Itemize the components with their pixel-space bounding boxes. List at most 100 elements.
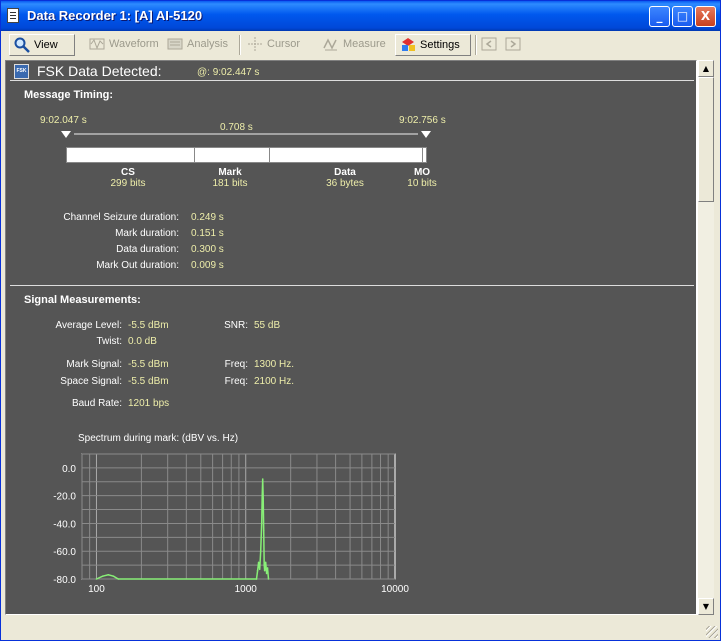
analysis-label: Analysis: [187, 38, 228, 50]
measure-label: Measure: [343, 38, 386, 50]
data-point: [266, 567, 269, 569]
scroll-thumb[interactable]: [698, 77, 714, 202]
space-freq-label: Freq:: [224, 376, 248, 387]
data-point: [261, 478, 264, 480]
step-forward-icon: [505, 37, 521, 51]
data-point: [259, 550, 262, 553]
close-button[interactable]: X: [695, 6, 716, 27]
twist-label: Twist:: [96, 336, 122, 347]
mark-duration-value: 0.151 s: [191, 228, 224, 239]
mark-duration-label: Mark duration:: [115, 228, 179, 239]
data-point: [262, 529, 265, 532]
fsk-icon: FSK: [14, 64, 29, 79]
segment-data-value: 36 bytes: [326, 178, 364, 189]
x-tick-label: 10000: [381, 584, 409, 595]
signal-measurements-heading: Signal Measurements:: [24, 294, 141, 306]
waveform-button[interactable]: Waveform: [85, 34, 161, 56]
status-bar: [1, 622, 720, 640]
average-level-label: Average Level:: [55, 320, 122, 331]
window-title: Data Recorder 1: [A] AI-5120: [27, 8, 203, 23]
data-point: [112, 575, 115, 578]
markout-duration-value: 0.009 s: [191, 260, 224, 271]
cs-duration-label: Channel Seizure duration:: [63, 212, 179, 223]
waveform-icon: [89, 38, 105, 50]
maximize-button[interactable]: □: [672, 6, 693, 27]
data-point: [117, 578, 120, 580]
title-bar[interactable]: Data Recorder 1: [A] AI-5120 _ □ X: [1, 1, 720, 31]
toolbar-separator: [475, 35, 477, 55]
mark-freq-value: 1300 Hz.: [254, 359, 295, 370]
data-recorder-window: Data Recorder 1: [A] AI-5120 _ □ X View …: [0, 0, 721, 641]
data-duration-label: Data duration:: [116, 244, 179, 255]
mark-signal-label: Mark Signal:: [66, 359, 122, 370]
report-pane: FSK FSK Data Detected: @: 9:02.447 s Mes…: [5, 60, 697, 615]
average-level-value: -5.5 dBm: [128, 320, 169, 331]
prev-record-button[interactable]: [479, 34, 501, 56]
detection-time: @: 9:02.447 s: [197, 67, 260, 78]
segment-mark-name: Mark: [218, 167, 242, 178]
fsk-icon-label: FSK: [16, 68, 27, 74]
segment-cs-name: CS: [121, 167, 135, 178]
settings-label: Settings: [420, 39, 460, 51]
settings-button[interactable]: Settings: [395, 34, 471, 56]
toolbar-separator: [239, 35, 241, 55]
scroll-up-button[interactable]: ▲: [698, 60, 714, 77]
data-point: [261, 494, 264, 497]
section-rule: [10, 285, 694, 286]
vertical-scrollbar[interactable]: ▲ ▼: [697, 60, 714, 615]
x-tick-label: 1000: [235, 584, 258, 595]
data-point: [260, 522, 263, 525]
segment-mo-name: MO: [413, 167, 431, 178]
step-back-icon: [481, 37, 497, 51]
cursor-icon: [248, 37, 262, 51]
minimize-button[interactable]: _: [649, 6, 670, 27]
magnifier-icon: [14, 37, 30, 53]
segment-data: Data 36 bytes: [313, 167, 377, 189]
view-button[interactable]: View: [9, 34, 75, 56]
data-point: [264, 561, 267, 564]
cs-duration-value: 0.249 s: [191, 212, 224, 223]
chart-title: Spectrum during mark: (dBV vs. Hz): [78, 433, 239, 444]
segment-mo: MO 10 bits: [394, 167, 450, 189]
data-point: [256, 569, 259, 572]
document-icon: [7, 8, 19, 23]
settings-icon: [402, 38, 415, 51]
data-point: [267, 578, 270, 580]
snr-value: 55 dB: [254, 320, 281, 331]
header-rule: [10, 80, 694, 81]
data-point: [101, 575, 104, 578]
message-timing-heading: Message Timing:: [24, 89, 114, 101]
cursor-label: Cursor: [267, 38, 301, 50]
scroll-down-button[interactable]: ▼: [698, 598, 714, 615]
data-point: [255, 578, 258, 580]
data-point: [258, 568, 261, 571]
baud-rate-value: 1201 bps: [128, 398, 170, 409]
cursor-button[interactable]: Cursor: [243, 34, 309, 56]
data-point: [262, 497, 265, 500]
mark-signal-value: -5.5 dBm: [128, 359, 169, 370]
segment-cs-value: 299 bits: [110, 178, 146, 189]
baud-rate-label: Baud Rate:: [71, 398, 122, 409]
segment-cs: CS 299 bits: [98, 167, 158, 189]
markout-duration-label: Mark Out duration:: [96, 260, 179, 271]
timing-end: 9:02.756 s: [399, 115, 446, 126]
analysis-button[interactable]: Analysis: [163, 34, 235, 56]
space-freq-value: 2100 Hz.: [254, 376, 295, 387]
segment-mo-value: 10 bits: [407, 178, 437, 189]
y-tick-label: 0.0: [62, 464, 76, 475]
analysis-icon: [167, 38, 183, 50]
segment-mark: Mark 181 bits: [200, 167, 260, 189]
data-point: [263, 564, 266, 566]
y-tick-label: -20.0: [53, 492, 76, 503]
next-record-button[interactable]: [503, 34, 525, 56]
mark-freq-label: Freq:: [224, 359, 248, 370]
resize-grip[interactable]: [706, 626, 718, 638]
space-signal-value: -5.5 dBm: [128, 376, 169, 387]
detection-title: FSK Data Detected:: [37, 63, 162, 79]
data-point: [107, 574, 110, 576]
timing-start: 9:02.047 s: [40, 115, 87, 126]
spectrum-chart: 0.0 -20.0 -40.0 -60.0 -80.0 100 1000 10000: [53, 453, 409, 595]
measure-button[interactable]: Measure: [319, 34, 393, 56]
y-tick-label: -60.0: [53, 547, 76, 558]
segment-data-name: Data: [334, 167, 356, 178]
